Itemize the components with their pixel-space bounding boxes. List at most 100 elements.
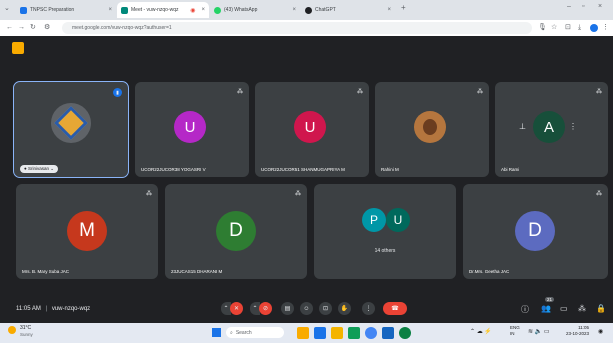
- chatgpt-favicon-icon: [305, 6, 312, 14]
- tab-whatsapp[interactable]: (43) WhatsApp ×: [210, 2, 300, 18]
- participant-tile[interactable]: M ⁂ Mrs. B. Mary Suba JAC: [16, 184, 158, 279]
- more-options-icon[interactable]: ⋮: [569, 122, 577, 131]
- close-icon[interactable]: ×: [201, 7, 205, 13]
- tab-chatgpt[interactable]: ChatGPT ×: [301, 2, 395, 18]
- tab-tnpsc[interactable]: TNPSC Preparation ×: [16, 2, 116, 18]
- forward-icon[interactable]: →: [18, 22, 25, 34]
- meeting-code: vuw-nzqo-wqz: [51, 306, 91, 312]
- meet-stage: [0, 36, 613, 322]
- tab-search-icon[interactable]: ⌄: [4, 4, 10, 12]
- app-icon[interactable]: [314, 327, 326, 339]
- taskbar-search[interactable]: ⌕ Search: [226, 327, 284, 338]
- whatsapp-favicon-icon: [214, 6, 221, 14]
- notifications-icon[interactable]: ◉: [598, 328, 603, 335]
- participant-name: Abi Rami: [501, 167, 520, 172]
- mic-off-icon: ⁂: [357, 89, 363, 95]
- tab-favicon-icon: [20, 6, 27, 14]
- participant-tile[interactable]: A ⊥ ⋮ ⁂ Abi Rami: [495, 82, 608, 177]
- tab-meet[interactable]: Meet - vuw-nzqo-wqz ◉ ×: [117, 2, 209, 18]
- widgets-icon[interactable]: [297, 327, 309, 339]
- chat-icon[interactable]: ▭: [560, 304, 568, 313]
- meet-companion-icon[interactable]: [12, 42, 24, 54]
- close-icon[interactable]: ×: [108, 7, 112, 13]
- close-icon[interactable]: ×: [387, 7, 391, 13]
- weather-sun-icon: [8, 326, 16, 334]
- participant-count-badge: 21: [545, 297, 555, 302]
- participant-tile[interactable]: D ⁂ 23JUCAS15 DHARANI M: [165, 184, 307, 279]
- participant-avatar: U: [294, 111, 326, 143]
- participant-tile[interactable]: D ⁂ Dr.Mrs. Geetha JAC: [463, 184, 608, 279]
- url-field[interactable]: meet.google.com/vuw-nzqo-wqz?authuser=1: [62, 22, 532, 34]
- chrome-icon[interactable]: [365, 327, 377, 339]
- others-count: 14 others: [374, 248, 396, 254]
- windows-start-icon[interactable]: [212, 328, 221, 337]
- meeting-info: 11:05 AM | vuw-nzqo-wqz: [16, 306, 91, 312]
- window-close-icon[interactable]: ×: [598, 3, 602, 10]
- participant-avatar: U: [174, 111, 206, 143]
- network-volume-battery-icon[interactable]: ≋ 🔈 ▭: [528, 328, 550, 335]
- end-call-button[interactable]: ☎: [383, 302, 407, 315]
- avatar-image-icon: [54, 106, 88, 140]
- recording-icon: ◉: [190, 7, 196, 14]
- minimize-icon[interactable]: –: [567, 3, 571, 10]
- emoji-button[interactable]: ☺: [300, 302, 313, 315]
- mic-toggle-button[interactable]: ✕: [230, 302, 243, 315]
- reload-icon[interactable]: ↻: [30, 22, 36, 34]
- taskbar-clock[interactable]: 11:05 23-10-2023: [566, 325, 589, 337]
- participant-name: Rahini M: [381, 167, 399, 172]
- participant-avatar: M: [67, 211, 107, 251]
- site-settings-icon[interactable]: ⚙: [44, 22, 50, 34]
- participant-name: 23JUCAS15 DHARANI M: [171, 269, 223, 274]
- profile-avatar[interactable]: [590, 24, 598, 32]
- extensions-icon[interactable]: ⊡: [565, 22, 571, 34]
- language-indicator[interactable]: ENG IN: [510, 325, 520, 337]
- participant-name: UCOR22JUCOR51 SHANMUGAPRIYA M: [261, 167, 345, 172]
- raise-hand-button[interactable]: ✋: [338, 302, 351, 315]
- app-icon[interactable]: [382, 327, 394, 339]
- camera-toggle-button[interactable]: ⊘: [259, 302, 272, 315]
- browser-menu-icon[interactable]: ⋮: [602, 22, 609, 34]
- edge-icon[interactable]: [399, 327, 411, 339]
- participant-tile[interactable]: U ⁂ UCOR22JUCOR51 SHANMUGAPRIYA M: [255, 82, 369, 177]
- host-controls-icon[interactable]: 🔒: [596, 304, 606, 313]
- pin-icon[interactable]: ⊥: [519, 122, 526, 131]
- bookmark-star-icon[interactable]: ☆: [551, 22, 557, 34]
- mic-off-icon: ⁂: [477, 89, 483, 95]
- weather-temp: 31°C: [20, 325, 32, 331]
- captions-button[interactable]: ▤: [281, 302, 294, 315]
- close-icon[interactable]: ×: [292, 7, 296, 13]
- people-icon[interactable]: 👥: [541, 304, 551, 313]
- weather-desc: Sunny: [20, 332, 33, 337]
- others-tile[interactable]: P U 14 others: [314, 184, 456, 279]
- others-avatar: U: [386, 208, 410, 232]
- present-button[interactable]: ⊡: [319, 302, 332, 315]
- participant-tile[interactable]: U ⁂ UCOR22JUCOR38 YOGASRI V: [135, 82, 249, 177]
- face-icon: [423, 119, 437, 135]
- maximize-icon[interactable]: ▫: [582, 3, 584, 10]
- participant-tile[interactable]: ⁂ Rahini M: [375, 82, 489, 177]
- back-icon[interactable]: ←: [6, 22, 13, 34]
- participant-name-pill: ● Srinivasan ⌄: [20, 165, 59, 173]
- meeting-time: 11:05 AM: [16, 306, 41, 312]
- mic-off-icon: ⁂: [596, 191, 602, 197]
- download-icon[interactable]: ⤓: [578, 22, 581, 34]
- participant-name: UCOR22JUCOR38 YOGASRI V: [141, 167, 206, 172]
- participant-avatar: A: [533, 111, 565, 143]
- app-icon[interactable]: [348, 327, 360, 339]
- more-options-button[interactable]: ⋮: [362, 302, 375, 315]
- meet-favicon-icon: [121, 6, 128, 14]
- participant-name: Mrs. B. Mary Suba JAC: [22, 269, 70, 274]
- mic-off-icon: ⁂: [146, 191, 152, 197]
- mic-permission-icon[interactable]: 🎙: [538, 22, 547, 34]
- activities-icon[interactable]: ⁂: [578, 304, 586, 313]
- participant-tile-srinivasan[interactable]: ▮ ● Srinivasan ⌄: [13, 81, 129, 178]
- mic-off-icon: ⁂: [295, 191, 301, 197]
- new-tab-button[interactable]: +: [401, 3, 406, 12]
- meeting-details-icon[interactable]: ⓘ: [521, 304, 529, 315]
- system-tray-icons[interactable]: ⌃ ☁ ⚡: [470, 328, 492, 335]
- file-explorer-icon[interactable]: [331, 327, 343, 339]
- browser-tab-bar: ⌄ TNPSC Preparation × Meet - vuw-nzqo-wq…: [0, 0, 613, 20]
- participant-avatar: D: [216, 211, 256, 251]
- mic-off-icon: ⁂: [237, 89, 243, 95]
- participant-name: Dr.Mrs. Geetha JAC: [469, 269, 510, 274]
